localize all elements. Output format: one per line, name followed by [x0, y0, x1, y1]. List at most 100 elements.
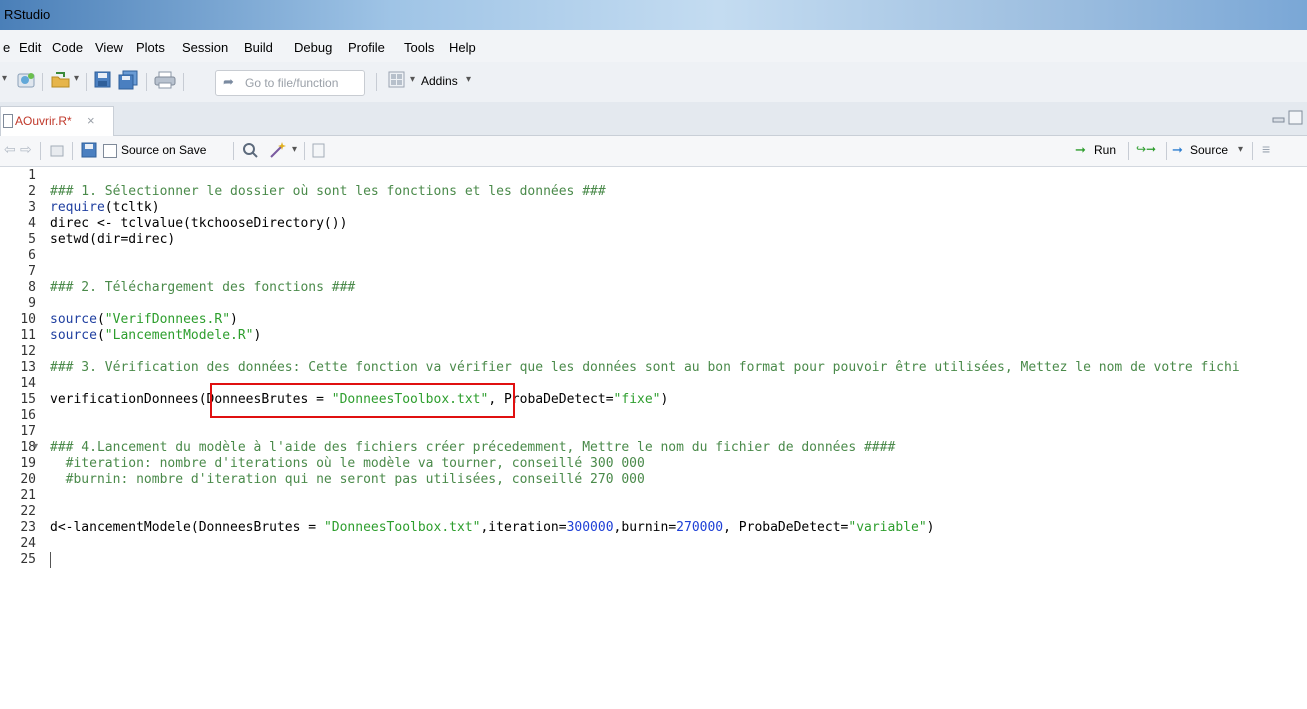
- toolbar-separator: [146, 73, 147, 91]
- toolbar-separator: [183, 73, 184, 91]
- line-number: 16: [20, 408, 36, 423]
- magic-wand-icon[interactable]: [268, 141, 288, 159]
- line-number: 19: [20, 456, 36, 471]
- chevron-down-icon[interactable]: ▾: [292, 144, 297, 155]
- menu-profile[interactable]: Profile: [348, 40, 385, 55]
- open-project-icon[interactable]: [50, 70, 72, 90]
- code-token: "LancementModele.R": [104, 328, 254, 343]
- code-token: 270000: [676, 520, 724, 535]
- goto-file-input[interactable]: ➦ Go to file/function: [215, 70, 365, 96]
- window-title: RStudio: [4, 7, 51, 22]
- line-number: 13: [20, 360, 36, 375]
- line-number: 23: [20, 520, 36, 535]
- chevron-down-icon[interactable]: ▾: [1238, 144, 1243, 155]
- line-number: 9: [28, 296, 36, 311]
- grid-layout-icon[interactable]: [388, 71, 406, 89]
- source-button[interactable]: Source: [1190, 143, 1228, 157]
- menu-code[interactable]: Code: [52, 40, 83, 55]
- toolbar-separator: [1252, 142, 1253, 160]
- line-number: 1: [28, 168, 36, 183]
- tab-aouvrir[interactable]: AOuvrir.R* ×: [0, 106, 114, 136]
- menu-tools[interactable]: Tools: [404, 40, 434, 55]
- rerun-icon[interactable]: ↪➞: [1136, 142, 1156, 156]
- code-editor[interactable]: 1 2 3 4 5 6 7 8 9 10 11 12 13 14 15 16 1…: [0, 167, 1307, 709]
- line-number: 11: [20, 328, 36, 343]
- code-line-18: ### 4.Lancement du modèle à l'aide des f…: [50, 440, 896, 455]
- menu-bar: e Edit Code View Plots Session Build Deb…: [0, 30, 1307, 62]
- menu-debug[interactable]: Debug: [294, 40, 332, 55]
- line-number: 24: [20, 536, 36, 551]
- source-on-save-checkbox[interactable]: [103, 144, 117, 158]
- r-file-icon: [3, 114, 13, 128]
- close-icon[interactable]: ×: [87, 113, 95, 128]
- menu-edit[interactable]: Edit: [19, 40, 41, 55]
- run-arrow-icon: ➞: [1075, 142, 1086, 157]
- save-icon[interactable]: [81, 142, 98, 159]
- back-arrow-icon[interactable]: ⇦: [4, 141, 16, 158]
- print-icon[interactable]: [154, 71, 176, 89]
- line-number: 20: [20, 472, 36, 487]
- code-line-11: source("LancementModele.R"): [50, 328, 261, 343]
- toolbar-separator: [376, 73, 377, 91]
- code-line-23: d<-lancementModele(DonneesBrutes = "Donn…: [50, 520, 934, 535]
- chevron-down-icon[interactable]: ▾: [2, 73, 7, 84]
- toolbar-separator: [1128, 142, 1129, 160]
- chevron-down-icon[interactable]: ▾: [74, 73, 79, 84]
- save-all-icon[interactable]: [118, 70, 140, 90]
- line-number: 17: [20, 424, 36, 439]
- menu-help[interactable]: Help: [449, 40, 476, 55]
- line-number: 21: [20, 488, 36, 503]
- menu-build[interactable]: Build: [244, 40, 273, 55]
- line-number: 18: [20, 440, 36, 455]
- run-button[interactable]: Run: [1094, 143, 1116, 157]
- code-line-10: source("VerifDonnees.R"): [50, 312, 238, 327]
- line-number-gutter: 1 2 3 4 5 6 7 8 9 10 11 12 13 14 15 16 1…: [0, 167, 42, 709]
- save-icon[interactable]: [94, 71, 112, 89]
- addins-menu[interactable]: Addins: [421, 74, 458, 88]
- arrow-right-icon: ➦: [223, 74, 234, 89]
- line-number: 4: [28, 216, 36, 231]
- code-line-19: #iteration: nombre d'iterations où le mo…: [50, 456, 645, 471]
- code-token: ,iteration=: [480, 520, 567, 535]
- code-token: (: [96, 328, 105, 343]
- editor-tab-strip: [0, 102, 1307, 136]
- menu-session[interactable]: Session: [182, 40, 228, 55]
- menu-plots[interactable]: Plots: [136, 40, 165, 55]
- menu-view[interactable]: View: [95, 40, 123, 55]
- search-icon[interactable]: [242, 142, 259, 159]
- line-number: 15: [20, 392, 36, 407]
- code-line-8: ### 2. Téléchargement des fonctions ###: [50, 280, 356, 295]
- line-number: 12: [20, 344, 36, 359]
- line-number: 8: [28, 280, 36, 295]
- minimize-icon[interactable]: [1272, 112, 1286, 124]
- code-token: "variable": [848, 520, 927, 535]
- toolbar-separator: [304, 142, 305, 160]
- line-number: 5: [28, 232, 36, 247]
- chevron-down-icon: ▾: [410, 74, 416, 85]
- menu-file[interactable]: e: [3, 40, 10, 55]
- maximize-icon[interactable]: [1288, 110, 1304, 126]
- chevron-down-icon[interactable]: ▾: [466, 74, 471, 85]
- code-token: ): [230, 312, 238, 327]
- code-token: "VerifDonnees.R": [104, 312, 231, 327]
- toolbar-separator: [86, 73, 87, 91]
- code-line-3: require(tcltk): [50, 200, 160, 215]
- code-token: (tcltk): [104, 200, 160, 215]
- forward-arrow-icon[interactable]: ⇨: [20, 141, 32, 158]
- line-number: 25: [20, 552, 36, 567]
- new-project-icon[interactable]: [16, 70, 38, 90]
- source-on-save-label: Source on Save: [121, 143, 207, 157]
- code-line-13: ### 3. Vérification des données: Cette f…: [50, 360, 1240, 375]
- code-token: d<-lancementModele(DonneesBrutes =: [50, 520, 324, 535]
- show-in-window-icon[interactable]: [49, 143, 65, 159]
- outline-icon[interactable]: ≡: [1262, 141, 1270, 157]
- code-token: ): [660, 392, 669, 407]
- code-line-5: setwd(dir=direc): [50, 232, 176, 247]
- fold-arrow-icon[interactable]: ▾: [33, 441, 38, 452]
- code-token: (: [96, 312, 105, 327]
- title-bar: RStudio: [0, 0, 1307, 30]
- line-number: 14: [20, 376, 36, 391]
- compile-report-icon[interactable]: [312, 143, 326, 159]
- code-line-2: ### 1. Sélectionner le dossier où sont l…: [50, 184, 606, 199]
- code-token: ): [926, 520, 935, 535]
